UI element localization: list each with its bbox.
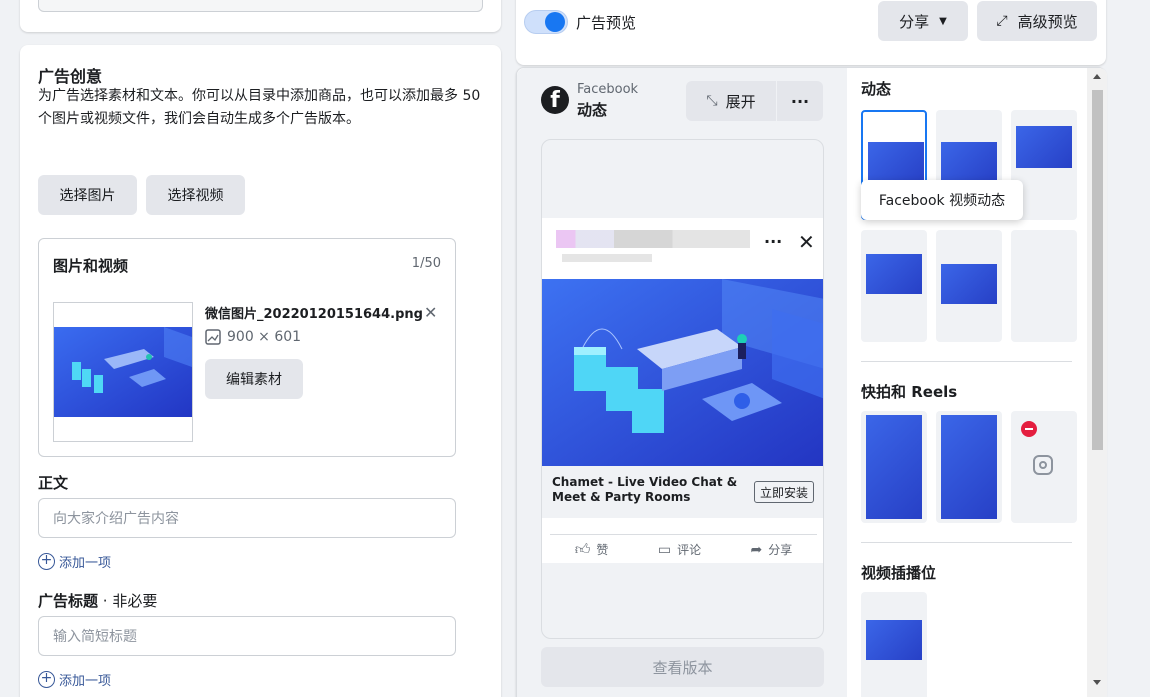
ad-creative-card: 广告创意 为广告选择素材和文本。你可以从目录中添加商品，也可以添加最多 50 个…	[20, 45, 501, 697]
placements-list: 动态 Facebook 视频动态 快拍和 Reels 视频插播位	[847, 68, 1107, 697]
headline-label-text: 广告标题	[38, 592, 99, 610]
like-action[interactable]: 👍︎ 赞	[575, 540, 609, 559]
cta-bar: Chamet - Live Video Chat & Meet & Party …	[542, 466, 823, 518]
creative-description: 为广告选择素材和文本。你可以从目录中添加商品，也可以添加最多 50 个图片或视频…	[38, 88, 481, 127]
plus-circle-icon: +	[38, 671, 55, 688]
caret-down-icon: ▼	[939, 15, 947, 27]
select-image-button[interactable]: 选择图片	[38, 175, 137, 215]
creative-title: 广告创意	[38, 67, 103, 86]
edit-media-button[interactable]: 编辑素材	[205, 359, 303, 399]
thumbs-up-icon: 👍︎	[574, 540, 591, 558]
blurred-sponsored-text	[562, 254, 652, 262]
share-button[interactable]: 分享 ▼	[878, 1, 968, 41]
scroll-up-icon[interactable]	[1093, 74, 1101, 79]
expand-label: 展开	[725, 92, 756, 111]
share-action[interactable]: ➦ 分享	[751, 541, 793, 558]
more-options-button[interactable]: ···	[777, 81, 823, 121]
thumb-image	[941, 142, 997, 182]
advanced-preview-label: 高级预览	[1017, 12, 1078, 31]
instream-group-title: 视频插播位	[861, 564, 937, 582]
post-more-icon[interactable]: ···	[764, 232, 782, 251]
install-now-button[interactable]: 立即安装	[754, 481, 814, 503]
ad-preview-label: 广告预览	[576, 14, 637, 32]
expand-arrows-icon: ⤢	[996, 13, 1008, 29]
unavailable-icon	[1021, 421, 1037, 437]
ad-creative-image	[542, 279, 823, 466]
feeds-group-title: 动态	[861, 80, 892, 98]
headline-input[interactable]: 输入简短标题	[38, 616, 456, 656]
placement-thumb-marketplace[interactable]	[861, 230, 927, 342]
divider	[861, 542, 1072, 543]
add-headline-label: 添加一项	[59, 674, 112, 689]
previous-section-field[interactable]	[38, 0, 483, 12]
media-count: 1/50	[411, 256, 441, 271]
media-thumbnail[interactable]	[53, 302, 193, 442]
thumb-image	[866, 415, 922, 519]
share-arrow-icon: ➦	[750, 541, 763, 558]
expand-icon: ⤡	[706, 93, 718, 109]
thumb-image	[868, 142, 924, 184]
placement-thumb-search[interactable]	[936, 230, 1002, 342]
select-video-button[interactable]: 选择视频	[146, 175, 245, 215]
media-thumbnail-image	[54, 327, 192, 417]
thumb-image	[866, 254, 922, 294]
share-label: 分享	[899, 12, 930, 31]
divider	[861, 361, 1072, 362]
headline-label: 广告标题 · 非必要	[38, 590, 157, 611]
scroll-down-icon[interactable]	[1093, 680, 1101, 685]
add-body-text-label: 添加一项	[59, 556, 112, 571]
file-dims-text: 900 × 601	[227, 329, 302, 345]
body-text-input[interactable]: 向大家介绍广告内容	[38, 498, 456, 538]
post-close-icon[interactable]: ✕	[798, 230, 815, 254]
post-actions: 👍︎ 赞 ▭ 评论 ➦ 分享	[550, 534, 817, 564]
cta-title: Chamet - Live Video Chat & Meet & Party …	[552, 475, 738, 504]
add-body-text-link[interactable]: + 添加一项	[38, 552, 111, 571]
thumb-image	[941, 264, 997, 304]
blurred-page-name	[556, 230, 750, 248]
placement-thumb-ig-stories[interactable]	[936, 411, 1002, 523]
comment-label: 评论	[677, 543, 702, 557]
preview-main: f Facebook 动态 ⤡ 展开 ··· ··· ✕ Chamet - Li…	[517, 68, 847, 697]
placement-thumb-messenger[interactable]	[1011, 230, 1077, 342]
media-box: 图片和视频 1/50 微信图片_20220120151644.png ✕ 900…	[38, 238, 456, 457]
headline-optional-text: · 非必要	[98, 592, 158, 610]
placements-scrollbar[interactable]	[1087, 68, 1107, 697]
placement-tooltip: Facebook 视频动态	[861, 180, 1023, 220]
file-name: 微信图片_20220120151644.png	[205, 307, 423, 322]
view-version-button[interactable]: 查看版本	[541, 647, 824, 687]
preview-header: 广告预览 分享 ▼ ⤢ 高级预览	[516, 0, 1106, 65]
stories-group-title: 快拍和 Reels	[861, 383, 958, 401]
placement-thumb-instream[interactable]	[861, 592, 927, 697]
phone-preview: ··· ✕ Chamet - Live Video Chat & Meet & …	[541, 139, 824, 639]
ad-preview-toggle[interactable]	[524, 10, 568, 34]
body-text-label: 正文	[38, 474, 69, 492]
platform-name: Facebook	[577, 82, 639, 97]
thumb-image	[866, 620, 922, 660]
comment-action[interactable]: ▭ 评论	[658, 541, 701, 558]
plus-circle-icon: +	[38, 553, 55, 570]
toggle-knob	[545, 12, 565, 32]
thumb-image	[941, 415, 997, 519]
expand-button[interactable]: ⤡ 展开	[686, 81, 776, 121]
ad-post: ··· ✕ Chamet - Live Video Chat & Meet & …	[542, 218, 823, 564]
file-dimensions: 900 × 601	[205, 329, 301, 345]
instagram-icon	[1033, 455, 1053, 475]
previous-section-card	[20, 0, 501, 32]
remove-media-icon[interactable]: ✕	[424, 303, 437, 322]
media-title: 图片和视频	[53, 257, 129, 275]
share-action-label: 分享	[768, 543, 793, 557]
comment-icon: ▭	[657, 541, 672, 558]
preview-panel: f Facebook 动态 ⤡ 展开 ··· ··· ✕ Chamet - Li…	[516, 67, 1107, 697]
like-label: 赞	[596, 543, 609, 557]
facebook-logo-icon: f	[541, 86, 569, 114]
thumb-image	[1016, 126, 1072, 168]
add-headline-link[interactable]: + 添加一项	[38, 670, 111, 689]
placement-name: 动态	[577, 101, 608, 119]
placement-thumb-ig-reels[interactable]	[1011, 411, 1077, 523]
placement-thumb-fb-stories[interactable]	[861, 411, 927, 523]
image-icon	[205, 329, 221, 345]
scroll-thumb[interactable]	[1092, 90, 1103, 450]
advanced-preview-button[interactable]: ⤢ 高级预览	[977, 1, 1097, 41]
